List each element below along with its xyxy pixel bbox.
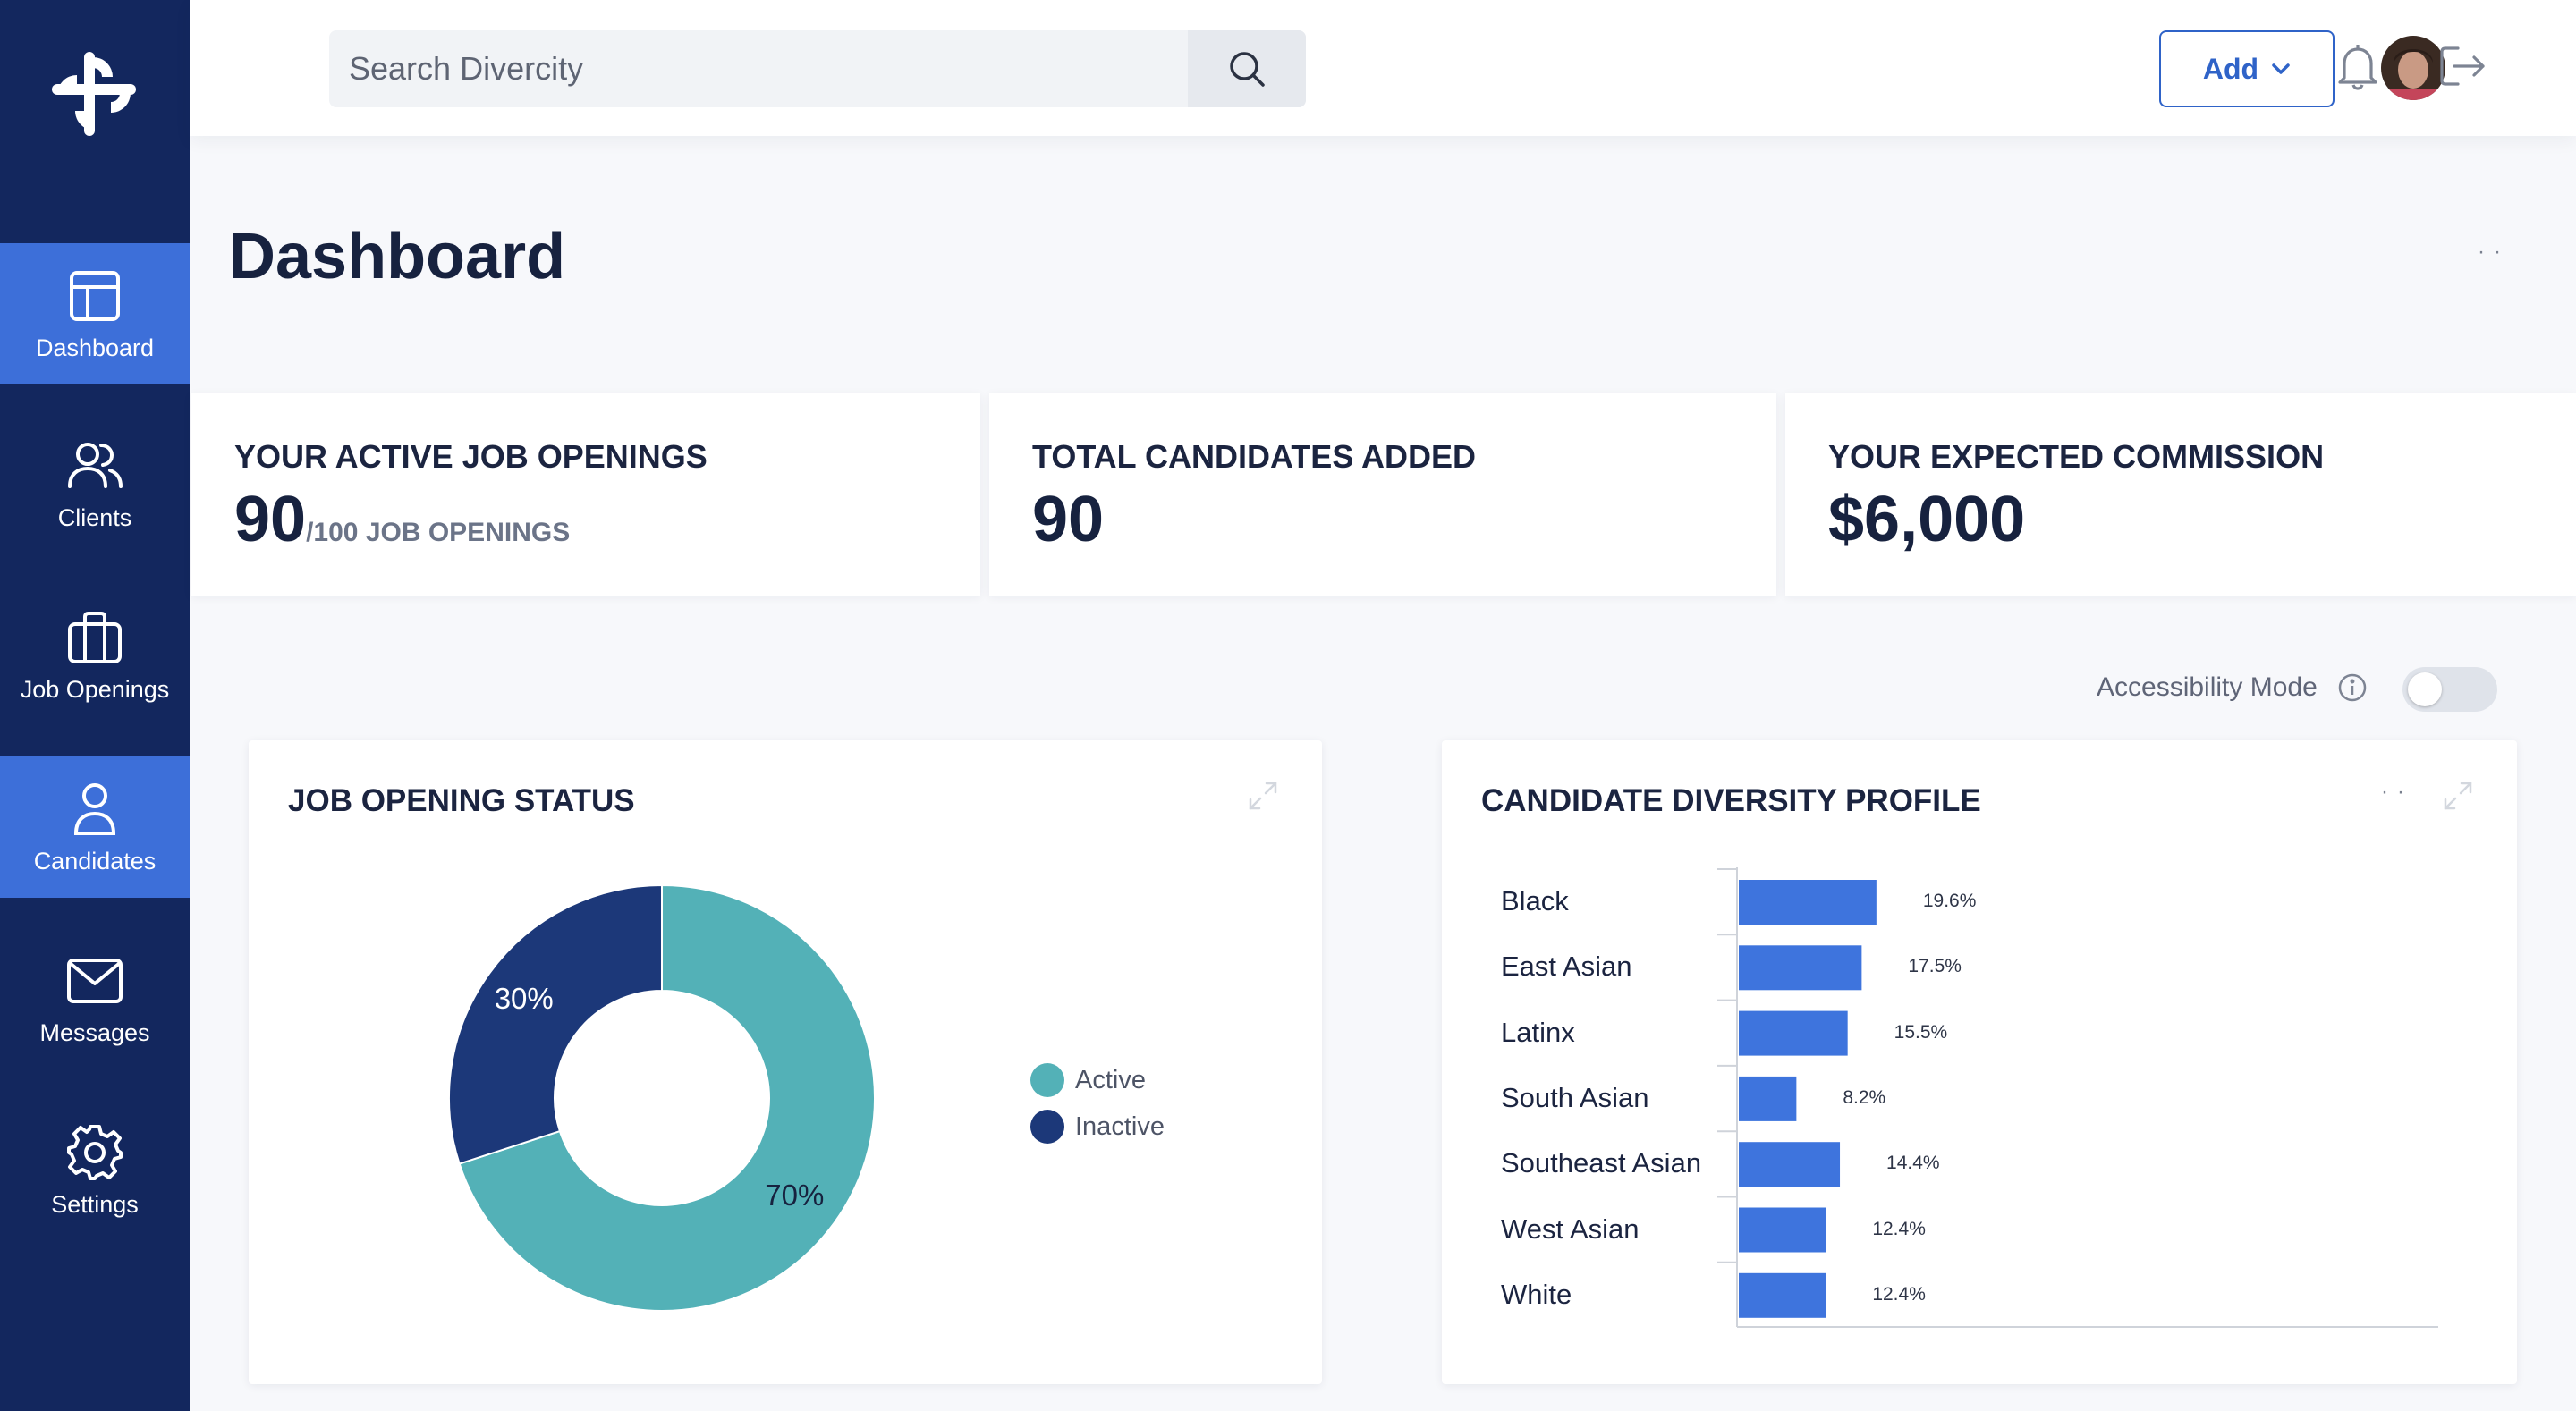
nav-label: Job Openings xyxy=(20,675,170,703)
bar-value-label: 17.5% xyxy=(1908,956,1962,977)
info-icon[interactable] xyxy=(2337,672,2368,703)
expand-icon[interactable] xyxy=(1247,780,1279,812)
expand-icon[interactable] xyxy=(2442,780,2474,812)
bar-value-label: 12.4% xyxy=(1872,1283,1926,1305)
bar-value-label: 8.2% xyxy=(1843,1086,1886,1108)
bar-value-label: 15.5% xyxy=(1894,1021,1948,1043)
bar-category-label: West Asian xyxy=(1501,1212,1640,1245)
legend-item-inactive[interactable]: Inactive xyxy=(1030,1103,1165,1150)
divercity-logo[interactable] xyxy=(45,45,143,143)
user-icon xyxy=(73,782,116,835)
nav-label: Dashboard xyxy=(35,334,155,361)
bar-value-label: 19.6% xyxy=(1922,891,1977,911)
bar-category-label: Black xyxy=(1501,885,1569,917)
bar-category-label: South Asian xyxy=(1501,1081,1649,1113)
nav-item-settings[interactable]: Settings xyxy=(0,1100,190,1241)
bar-value-label: 12.4% xyxy=(1872,1218,1926,1239)
add-button[interactable]: Add xyxy=(2159,30,2334,107)
donut-label-inactive: 30% xyxy=(494,982,554,1016)
nav-item-candidates[interactable]: Candidates xyxy=(0,756,190,898)
page-title: Dashboard xyxy=(229,221,566,292)
card-options-menu[interactable]: ·· xyxy=(2381,780,2413,805)
search-bar xyxy=(329,30,1306,107)
bar-category-label: White xyxy=(1501,1278,1572,1310)
top-bar: Add xyxy=(190,0,2576,136)
stat-sub-label: /100 JOB OPENINGS xyxy=(306,518,571,547)
nav-item-job-openings[interactable]: Job Openings xyxy=(0,585,190,726)
nav-label: Settings xyxy=(51,1190,139,1218)
stat-value: 90 xyxy=(1032,484,1105,555)
gear-icon xyxy=(67,1124,123,1180)
nav-item-messages[interactable]: Messages xyxy=(0,928,190,1069)
stat-label: TOTAL CANDIDATES ADDED xyxy=(1032,438,1477,475)
bar-category-label: Latinx xyxy=(1501,1016,1575,1048)
bar-value-label: 14.4% xyxy=(1886,1153,1940,1174)
logout-button[interactable] xyxy=(2436,39,2490,93)
bar-category-label: East Asian xyxy=(1501,951,1632,983)
legend-label: Active xyxy=(1075,1065,1146,1094)
nav-label: Candidates xyxy=(33,847,157,874)
users-icon xyxy=(68,442,123,488)
chevron-down-icon xyxy=(2272,63,2290,74)
bar-category-label: Southeast Asian xyxy=(1501,1147,1702,1179)
stat-value: 90/100 JOB OPENINGS xyxy=(234,483,570,556)
card-title: CANDIDATE DIVERSITY PROFILE xyxy=(1481,783,1981,818)
stat-card-expected-commission: YOUR EXPECTED COMMISSION $6,000 xyxy=(1785,393,2576,596)
chart-legend: Active Inactive xyxy=(1030,1057,1165,1150)
notifications-button[interactable] xyxy=(2331,39,2385,93)
accessibility-label: Accessibility Mode xyxy=(2097,672,2318,702)
add-button-label: Add xyxy=(2202,52,2259,85)
search-input[interactable] xyxy=(329,30,1188,107)
accessibility-toggle[interactable] xyxy=(2402,667,2497,712)
legend-swatch xyxy=(1030,1110,1064,1144)
sidebar: Dashboard Clients Job Openings Candidate… xyxy=(0,0,190,1411)
stat-card-total-candidates: TOTAL CANDIDATES ADDED 90 xyxy=(989,393,1776,596)
briefcase-icon xyxy=(68,611,122,663)
layout-icon xyxy=(70,270,120,321)
search-button[interactable] xyxy=(1188,30,1306,107)
stat-label: YOUR ACTIVE JOB OPENINGS xyxy=(234,438,708,475)
stat-card-active-job-openings: YOUR ACTIVE JOB OPENINGS 90/100 JOB OPEN… xyxy=(191,393,980,596)
candidate-diversity-card: CANDIDATE DIVERSITY PROFILE ·· xyxy=(1442,740,2517,1384)
stat-number: 90 xyxy=(234,484,307,555)
nav-label: Clients xyxy=(57,503,132,531)
legend-label: Inactive xyxy=(1075,1111,1165,1141)
stat-value: $6,000 xyxy=(1828,484,2026,555)
nav-item-dashboard[interactable]: Dashboard xyxy=(0,243,190,384)
mail-icon xyxy=(67,958,123,1003)
legend-swatch xyxy=(1030,1063,1064,1097)
nav-item-clients[interactable]: Clients xyxy=(0,413,190,554)
toggle-knob xyxy=(2408,672,2442,706)
bell-icon xyxy=(2338,45,2377,90)
donut-label-active: 70% xyxy=(765,1178,825,1212)
nav-label: Messages xyxy=(39,1018,150,1046)
card-title: JOB OPENING STATUS xyxy=(288,783,635,818)
page-options-menu[interactable]: ·· xyxy=(2478,240,2510,265)
legend-item-active[interactable]: Active xyxy=(1030,1057,1165,1103)
accessibility-mode: Accessibility Mode xyxy=(2097,672,2368,703)
stat-label: YOUR EXPECTED COMMISSION xyxy=(1828,438,2325,475)
logout-icon xyxy=(2440,46,2485,86)
search-icon xyxy=(1230,52,1265,87)
